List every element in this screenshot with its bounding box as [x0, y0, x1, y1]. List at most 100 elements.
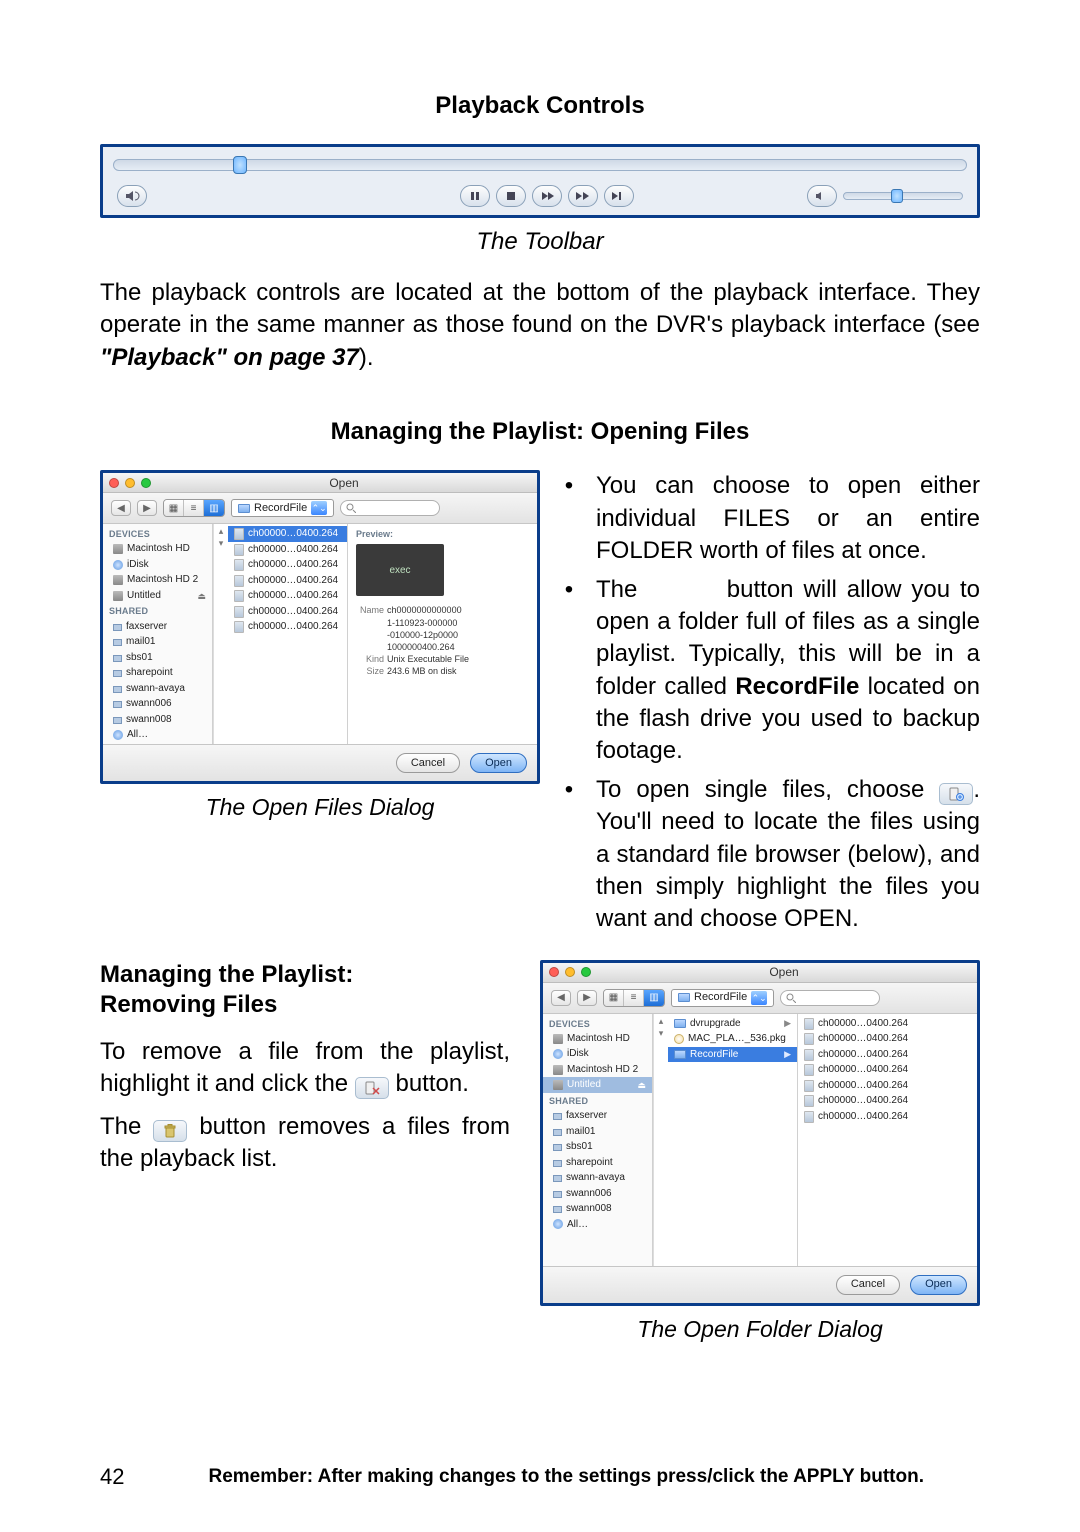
sidebar-item[interactable]: mail01	[103, 634, 212, 650]
playback-scrubber-track[interactable]	[113, 159, 967, 171]
remove-file-inline-button[interactable]	[355, 1077, 389, 1099]
skip-next-button[interactable]	[604, 185, 634, 207]
file-row[interactable]: ch00000…0400.264	[798, 1016, 977, 1032]
pause-button[interactable]	[460, 185, 490, 207]
sidebar-item[interactable]: swann006	[543, 1186, 652, 1202]
window-zoom-icon[interactable]	[141, 478, 151, 488]
column-view-icon[interactable]: ▥	[644, 990, 664, 1006]
trash-icon	[163, 1124, 177, 1138]
window-close-icon[interactable]	[109, 478, 119, 488]
open-button[interactable]: Open	[470, 753, 527, 773]
window-minimize-icon[interactable]	[565, 967, 575, 977]
sidebar-item-selected[interactable]: Untitled⏏	[543, 1077, 652, 1093]
fast-forward-button[interactable]	[568, 185, 598, 207]
open-folder-dialog: Open ◀ ▶ ▦ ≡ ▥ RecordFile ⌃⌄	[540, 960, 980, 1306]
nav-forward-button[interactable]: ▶	[577, 990, 597, 1006]
sidebar-item-macintosh-hd[interactable]: Macintosh HD	[103, 541, 212, 557]
file-row[interactable]: ch00000…0400.264	[798, 1078, 977, 1094]
eject-icon[interactable]: ⏏	[197, 590, 206, 602]
rewind-button[interactable]	[532, 185, 562, 207]
open-folder-caption: The Open Folder Dialog	[540, 1314, 980, 1345]
page-footer: 42 Remember: After making changes to the…	[100, 1462, 980, 1492]
window-close-icon[interactable]	[549, 967, 559, 977]
path-popup[interactable]: RecordFile ⌃⌄	[671, 989, 774, 1007]
search-input[interactable]	[780, 990, 880, 1006]
eject-icon[interactable]: ⏏	[637, 1079, 646, 1091]
file-row[interactable]: ch00000…0400.264	[228, 526, 347, 542]
volume-slider-handle[interactable]	[891, 189, 903, 203]
file-row[interactable]: ch00000…0400.264	[798, 1093, 977, 1109]
open-button[interactable]: Open	[910, 1275, 967, 1295]
sidebar-item[interactable]: swann-avaya	[543, 1170, 652, 1186]
playback-page-ref: "Playback" on page 37	[100, 344, 359, 371]
view-mode-segmented[interactable]: ▦ ≡ ▥	[603, 989, 665, 1007]
cancel-button[interactable]: Cancel	[836, 1275, 900, 1295]
file-row[interactable]: ch00000…0400.264	[798, 1047, 977, 1063]
stop-button[interactable]	[496, 185, 526, 207]
path-popup[interactable]: RecordFile ⌃⌄	[231, 499, 334, 517]
sidebar-item-all[interactable]: All…	[103, 727, 212, 743]
list-view-icon[interactable]: ≡	[184, 500, 204, 516]
icon-view-icon[interactable]: ▦	[604, 990, 624, 1006]
sidebar-item[interactable]: faxserver	[103, 619, 212, 635]
file-row[interactable]: ch00000…0400.264	[228, 604, 347, 620]
volume-icon[interactable]	[807, 185, 837, 207]
sidebar-item[interactable]: sbs01	[543, 1139, 652, 1155]
sidebar-item[interactable]: Macintosh HD	[543, 1031, 652, 1047]
bullet-text: The button will allow you to open a fold…	[596, 574, 980, 768]
file-row[interactable]: ch00000…0400.264	[228, 557, 347, 573]
sidebar-item[interactable]: mail01	[543, 1124, 652, 1140]
search-input[interactable]	[340, 500, 440, 516]
sidebar-scroll[interactable]: ▴▾	[213, 524, 228, 744]
audio-toggle-button[interactable]	[117, 185, 147, 207]
nav-forward-button[interactable]: ▶	[137, 500, 157, 516]
file-row[interactable]: ch00000…0400.264	[798, 1062, 977, 1078]
sidebar-item[interactable]: swann008	[103, 712, 212, 728]
sidebar-item[interactable]: sbs01	[103, 650, 212, 666]
sidebar-item[interactable]: sharepoint	[103, 665, 212, 681]
file-row[interactable]: ch00000…0400.264	[228, 573, 347, 589]
window-minimize-icon[interactable]	[125, 478, 135, 488]
folder-row-selected[interactable]: RecordFile▶	[668, 1047, 797, 1063]
file-row[interactable]: ch00000…0400.264	[228, 542, 347, 558]
sidebar-item-idisk[interactable]: iDisk	[103, 557, 212, 573]
playback-scrubber-handle[interactable]	[233, 156, 247, 174]
sidebar-item[interactable]: swann008	[543, 1201, 652, 1217]
sidebar-item[interactable]: sharepoint	[543, 1155, 652, 1171]
sidebar-scroll[interactable]: ▴▾	[653, 1014, 668, 1266]
icon-view-icon[interactable]: ▦	[164, 500, 184, 516]
list-view-icon[interactable]: ≡	[624, 990, 644, 1006]
cancel-button[interactable]: Cancel	[396, 753, 460, 773]
folder-row[interactable]: MAC_PLA…_536.pkg	[668, 1031, 797, 1047]
nav-back-button[interactable]: ◀	[111, 500, 131, 516]
sidebar-item[interactable]: iDisk	[543, 1046, 652, 1062]
preview-metadata: Namech0000000000000 1-110923-000000 -010…	[356, 604, 529, 677]
window-zoom-icon[interactable]	[581, 967, 591, 977]
server-icon	[113, 670, 122, 677]
sidebar-item-untitled[interactable]: Untitled⏏	[103, 588, 212, 604]
sidebar-item[interactable]: swann006	[103, 696, 212, 712]
folder-row[interactable]: dvrupgrade▶	[668, 1016, 797, 1032]
column-view-icon[interactable]: ▥	[204, 500, 224, 516]
sidebar-item-macintosh-hd-2[interactable]: Macintosh HD 2	[103, 572, 212, 588]
sidebar-item[interactable]: swann-avaya	[103, 681, 212, 697]
file-row[interactable]: ch00000…0400.264	[798, 1109, 977, 1125]
trash-inline-button[interactable]	[153, 1120, 187, 1142]
sidebar: DEVICES Macintosh HD iDisk Macintosh HD …	[543, 1014, 653, 1266]
view-mode-segmented[interactable]: ▦ ≡ ▥	[163, 499, 225, 517]
file-row[interactable]: ch00000…0400.264	[228, 588, 347, 604]
open-file-inline-button[interactable]	[939, 783, 973, 805]
sidebar-item[interactable]: faxserver	[543, 1108, 652, 1124]
file-row[interactable]: ch00000…0400.264	[228, 619, 347, 635]
video-file-icon	[804, 1033, 814, 1045]
sidebar-item-all[interactable]: All…	[543, 1217, 652, 1233]
preview-pane: Preview: exec Namech0000000000000 1-1109…	[348, 524, 537, 744]
video-file-icon	[234, 621, 244, 633]
file-row[interactable]: ch00000…0400.264	[798, 1031, 977, 1047]
nav-back-button[interactable]: ◀	[551, 990, 571, 1006]
volume-slider-track[interactable]	[843, 192, 963, 200]
server-icon	[113, 686, 122, 693]
sidebar-item[interactable]: Macintosh HD 2	[543, 1062, 652, 1078]
server-icon	[113, 639, 122, 646]
video-file-icon	[234, 590, 244, 602]
